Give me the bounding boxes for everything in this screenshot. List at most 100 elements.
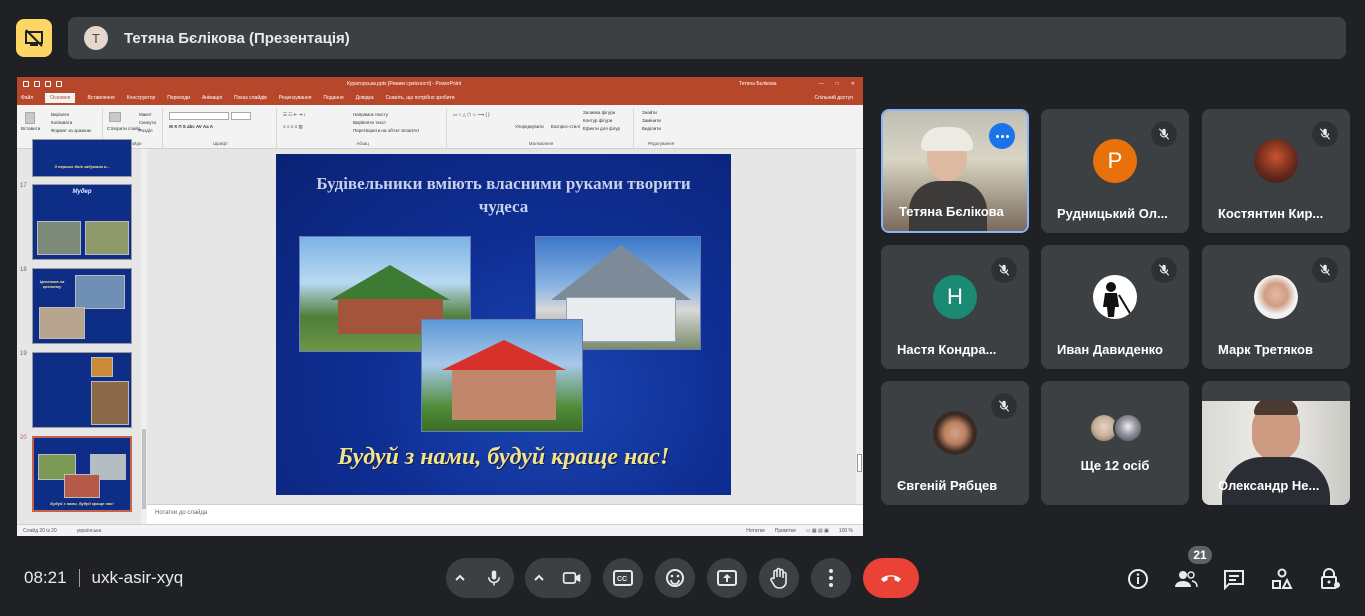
paragraph-group-label: Абзац [356, 141, 369, 146]
participant-count-badge: 21 [1188, 546, 1212, 564]
comments-toggle: Примітки [774, 527, 796, 534]
ribbon-group-editing: Знайти Замінити Виділити Редагування [636, 108, 686, 148]
ribbon-group-drawing: ▭ ○ △ ⬠ ☆ ⟶ { } Упорядкувати Експрес-сти… [449, 108, 634, 148]
slide-caption: Будуй з нами, будуй краще нас! [337, 444, 670, 470]
more-options-button[interactable] [989, 123, 1015, 149]
mic-off-icon [1312, 257, 1338, 283]
participant-tile[interactable]: Р Рудницький Ол... [1041, 109, 1189, 233]
slide-thumbnail-active: Будуй з нами, будуй краще нас! [32, 436, 132, 512]
current-slide: Будівельники вміють власними руками твор… [276, 154, 731, 495]
find-label: Знайти [642, 110, 657, 115]
activities-button[interactable] [1269, 566, 1295, 592]
video-camera-icon [562, 572, 581, 584]
select-label: Виділити [642, 126, 661, 131]
emoji-reactions-button[interactable] [655, 558, 695, 598]
participant-tile[interactable]: Н Настя Кондра... [881, 245, 1029, 369]
participant-tile-group[interactable]: Ще 12 осіб [1041, 381, 1189, 505]
captions-button[interactable]: CC [603, 558, 643, 598]
microphone-button[interactable] [474, 558, 514, 598]
mic-off-icon [991, 257, 1017, 283]
shared-screen: Кураторська.pptx [Режим сумісності] - Po… [17, 77, 863, 536]
ppt-tab: Показ слайдів [234, 95, 267, 101]
replace-label: Замінити [642, 118, 661, 123]
hang-up-icon [881, 575, 901, 582]
slide-thumbnails: З перших днів задумала я... 17 Мудер 18 … [17, 139, 145, 524]
raise-hand-button[interactable] [759, 558, 799, 598]
thumbnail-text: Мудер [72, 189, 92, 195]
thumbnail-number: 18 [20, 267, 27, 273]
ppt-tab: Файл [21, 95, 34, 101]
people-button[interactable] [1173, 566, 1199, 592]
thumbnail-photo [75, 275, 125, 309]
video-options-chevron-icon[interactable] [525, 558, 553, 598]
slide-scrollbar [856, 149, 863, 504]
slide-title: Будівельники вміють власними руками твор… [316, 174, 691, 216]
slide-thumbnail [32, 352, 132, 428]
ppt-tab: Переходи [167, 95, 190, 101]
ppt-tab: Довідка [355, 95, 374, 101]
people-icon [1175, 571, 1198, 588]
thumbnail-number: 17 [20, 183, 27, 189]
ppt-tab: Подання [323, 95, 344, 101]
thumbnail-number: 19 [20, 351, 27, 357]
lock-person-icon [1321, 568, 1340, 589]
participant-name: Олександр Не... [1218, 478, 1320, 493]
activities-icon [1272, 568, 1293, 589]
presentation-badge[interactable] [16, 19, 52, 57]
zoom-level: 100 % [838, 527, 853, 534]
chat-button[interactable] [1221, 566, 1247, 592]
ppt-statusbar: Слайд 20 із 20 українська Нотатки Приміт… [17, 524, 863, 536]
hand-icon [770, 567, 787, 589]
thumbnail-photo [39, 307, 85, 339]
more-options-button[interactable] [811, 558, 851, 598]
ppt-user-name: Тетяна Бєлікова [739, 81, 777, 87]
participant-tile[interactable]: Иван Давиденко [1041, 245, 1189, 369]
copy-label: Копіювати [51, 120, 73, 125]
participant-name: Иван Давиденко [1057, 342, 1163, 357]
slide-thumbnail: З перших днів задумала я... [32, 139, 132, 177]
layout-label: Макет [139, 112, 152, 117]
quick-access-toolbar [23, 81, 62, 87]
ppt-share: Спільний доступ [814, 95, 853, 101]
mic-off-icon [1151, 121, 1177, 147]
cut-label: Вирізати [51, 112, 70, 117]
participant-tile-speaker[interactable]: Тетяна Бєлікова [881, 109, 1029, 233]
drawing-group-label: Малювання [528, 141, 554, 146]
participant-tile[interactable]: Євгеній Рябцев [881, 381, 1029, 505]
thumbnail-photo [91, 381, 129, 425]
present-screen-button[interactable] [707, 558, 747, 598]
camera-control-group [525, 558, 591, 598]
info-icon [1128, 569, 1148, 589]
participant-tile[interactable]: Марк Третяков [1202, 245, 1350, 369]
host-controls-button[interactable] [1317, 566, 1343, 592]
participant-name: Настя Кондра... [897, 342, 997, 357]
text-direction-label: Напрямок тексту [353, 112, 389, 117]
ppt-titlebar: Кураторська.pptx [Режим сумісності] - Po… [17, 77, 863, 91]
font-size-box [231, 112, 251, 120]
leave-call-button[interactable] [863, 558, 919, 598]
editing-group-label: Редагування [647, 141, 675, 146]
thumbnail-text: Цеглянка на цеглянку [39, 279, 65, 289]
ppt-tell-me: Скажіть, що потрібно зробити [385, 95, 455, 101]
audio-options-chevron-icon[interactable] [446, 558, 474, 598]
participant-photo [1093, 275, 1137, 319]
participant-tile[interactable]: Олександр Не... [1202, 381, 1350, 505]
participant-tile[interactable]: Костянтин Кир... [1202, 109, 1350, 233]
smartart-label: Перетворити на об'єкт SmartArt [353, 128, 419, 133]
thumbnail-photo [37, 221, 81, 255]
svg-text:CC: CC [617, 576, 627, 583]
presenter-title-bar: Т Тетяна Бєлікова (Презентація) [68, 17, 1346, 59]
ppt-tab: Конструктор [126, 95, 156, 101]
new-slide-label: Створити слайд [107, 126, 141, 131]
meeting-details-button[interactable] [1125, 566, 1151, 592]
ppt-ribbon-tabs: Файл Основне Вставлення Конструктор Пере… [17, 91, 863, 105]
presentation-title: Тетяна Бєлікова (Презентація) [124, 29, 350, 47]
ribbon-group-paragraph: ☰ ☷ ⇤ ⇥ ↕ ≡ ≡ ≡ ≡ ▥ Напрямок тексту Вирі… [279, 108, 447, 148]
present-screen-off-icon [25, 29, 43, 47]
camera-button[interactable] [553, 558, 591, 598]
ribbon-group-font: Ж К П S abc AV Aa A Шрифт [165, 108, 277, 148]
slide-thumbnail: Мудер [32, 184, 132, 260]
slide-canvas: Будівельники вміють власними руками твор… [147, 149, 863, 504]
list-buttons: ☰ ☷ ⇤ ⇥ ↕ [283, 112, 306, 117]
view-buttons: ▭ ▦ ▤ ▣ [805, 527, 829, 534]
